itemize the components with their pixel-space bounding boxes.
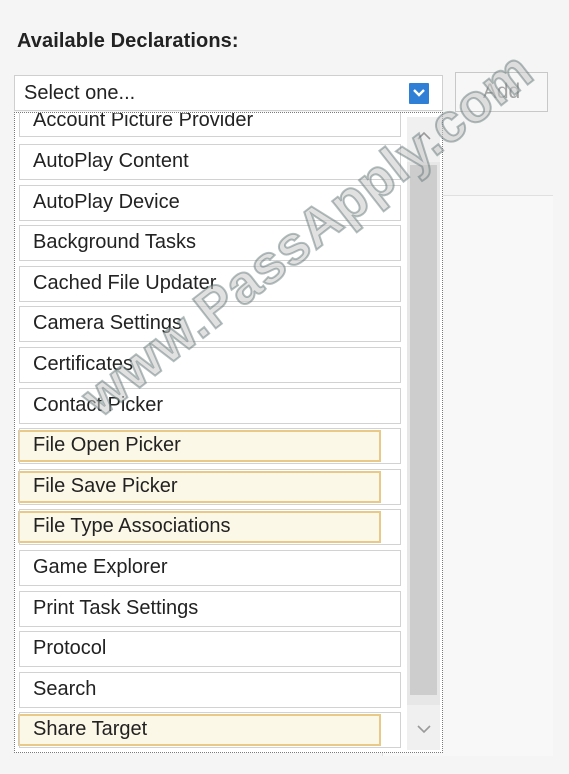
dropdown-arrow-icon[interactable] [409, 83, 429, 104]
page-title: Available Declarations: [17, 30, 239, 52]
scroll-up-button[interactable] [407, 117, 440, 162]
dropdown-item[interactable]: Cached File Updater [19, 265, 401, 302]
dropdown-item[interactable]: File Save Picker [19, 468, 401, 505]
dropdown-item[interactable]: Certificates [19, 347, 401, 383]
dropdown-item[interactable]: Share Target [19, 712, 401, 749]
add-button[interactable]: Add [455, 72, 548, 112]
declarations-dropdown-list[interactable]: Account Picture Provider AutoPlay Content… [14, 112, 443, 753]
scrollbar[interactable] [407, 117, 440, 750]
combobox-selected-value: Select one... [24, 82, 136, 104]
dropdown-item[interactable]: Search [19, 671, 401, 708]
chevron-down-icon [417, 725, 431, 734]
dropdown-item[interactable]: AutoPlay Device [19, 184, 401, 221]
dropdown-item[interactable]: AutoPlay Content [19, 144, 401, 180]
declarations-combobox[interactable]: Select one... [14, 75, 443, 111]
scrollbar-thumb[interactable] [410, 165, 437, 695]
dropdown-item[interactable]: Contact Picker [19, 387, 401, 424]
dropdown-item[interactable]: Print Task Settings [19, 590, 401, 627]
dropdown-item[interactable]: Game Explorer [19, 550, 401, 586]
scroll-down-button[interactable] [407, 705, 440, 750]
dropdown-item[interactable]: Protocol [19, 631, 401, 668]
dropdown-item[interactable]: Background Tasks [19, 225, 401, 262]
dropdown-item[interactable]: Account Picture Provider [19, 113, 401, 137]
dropdown-item[interactable]: File Type Associations [19, 509, 401, 546]
chevron-up-icon [417, 131, 431, 140]
dropdown-item[interactable]: Camera Settings [19, 306, 401, 343]
dropdown-item[interactable]: File Open Picker [19, 428, 401, 465]
